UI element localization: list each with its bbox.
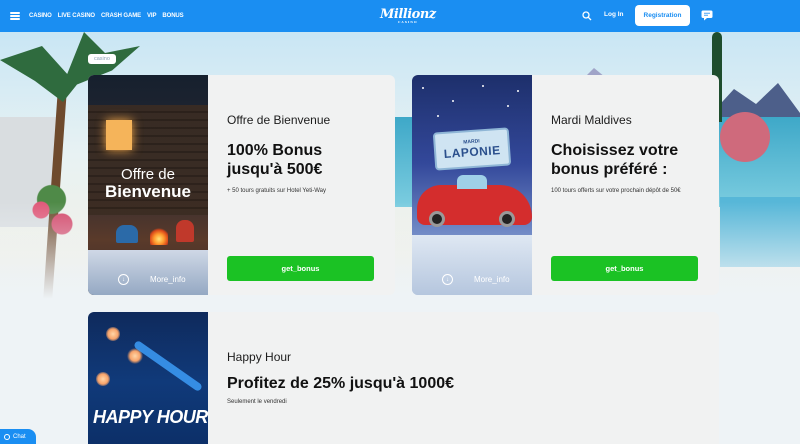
info-icon: ↓: [118, 274, 129, 285]
more-info-label: More_info: [474, 275, 510, 284]
more-info-link[interactable]: ↓ More_info: [442, 274, 510, 285]
chat-widget-label: Chat: [13, 433, 26, 440]
main-nav: CASINO LIVE CASINO CRASH GAME VIP BONUS: [29, 13, 184, 19]
promo-headline: 100% Bonus jusqu'à 500€: [227, 142, 323, 178]
registration-button[interactable]: Registration: [635, 5, 690, 26]
image-title: Offre de Bienvenue: [105, 166, 191, 201]
nav-casino[interactable]: CASINO: [29, 13, 52, 19]
chat-bubble-icon: [4, 433, 10, 440]
info-icon: ↓: [442, 274, 453, 285]
chat-widget[interactable]: Chat: [0, 429, 36, 444]
site-logo[interactable]: Millionz CASINO: [380, 7, 436, 24]
top-header: CASINO LIVE CASINO CRASH GAME VIP BONUS …: [0, 0, 800, 32]
promo-card-mardi: MARDI LAPONIE ↓ More_info Mardi Maldives…: [412, 75, 719, 295]
promo-headline: Choisissez votre bonus préféré :: [551, 142, 679, 178]
promo-card-content: Mardi Maldives Choisissez votre bonus pr…: [551, 75, 705, 195]
nav-live-casino[interactable]: LIVE CASINO: [58, 13, 95, 19]
nav-vip[interactable]: VIP: [147, 13, 156, 19]
campfire: [150, 225, 168, 245]
nav-bonus[interactable]: BONUS: [162, 13, 183, 19]
promo-card-image[interactable]: Offre de Bienvenue ↓ More_info: [88, 75, 208, 295]
promo-card-image[interactable]: MARDI LAPONIE ↓ More_info: [412, 75, 532, 295]
promo-card-welcome: Offre de Bienvenue ↓ More_info Offre de …: [88, 75, 395, 295]
promo-description: 100 tours offerts sur votre prochain dép…: [551, 188, 681, 194]
promo-card-content: Offre de Bienvenue 100% Bonus jusqu'à 50…: [227, 75, 381, 195]
more-info-link[interactable]: ↓ More_info: [118, 274, 186, 285]
promo-description: Seulement le vendredi: [227, 399, 287, 405]
get-bonus-button[interactable]: get_bonus: [551, 256, 698, 281]
red-car: [417, 175, 532, 227]
menu-icon[interactable]: [10, 12, 20, 20]
search-icon[interactable]: [582, 11, 592, 21]
more-info-label: More_info: [150, 275, 186, 284]
blossom-tree: [720, 112, 770, 162]
promo-title: Happy Hour: [227, 350, 292, 364]
get-bonus-button[interactable]: get_bonus: [227, 256, 374, 281]
breadcrumb[interactable]: casino: [88, 54, 116, 64]
image-title: HAPPY HOUR: [93, 407, 208, 427]
promo-description: + 50 tours gratuits sur Hotel Yeti-Way: [227, 188, 326, 194]
promo-title: Offre de Bienvenue: [227, 113, 331, 127]
nav-crash-game[interactable]: CRASH GAME: [101, 13, 141, 19]
image-sign: MARDI LAPONIE: [432, 127, 512, 171]
promo-card-content: Happy Hour Profitez de 25% jusqu'à 1000€…: [227, 312, 705, 406]
chat-icon[interactable]: [701, 10, 713, 21]
login-link[interactable]: Log In: [604, 11, 624, 18]
promo-card-image[interactable]: HAPPY HOUR: [88, 312, 208, 444]
promo-card-happy-hour: HAPPY HOUR Happy Hour Profitez de 25% ju…: [88, 312, 719, 444]
promo-headline: Profitez de 25% jusqu'à 1000€: [227, 375, 455, 392]
promo-title: Mardi Maldives: [551, 113, 632, 127]
